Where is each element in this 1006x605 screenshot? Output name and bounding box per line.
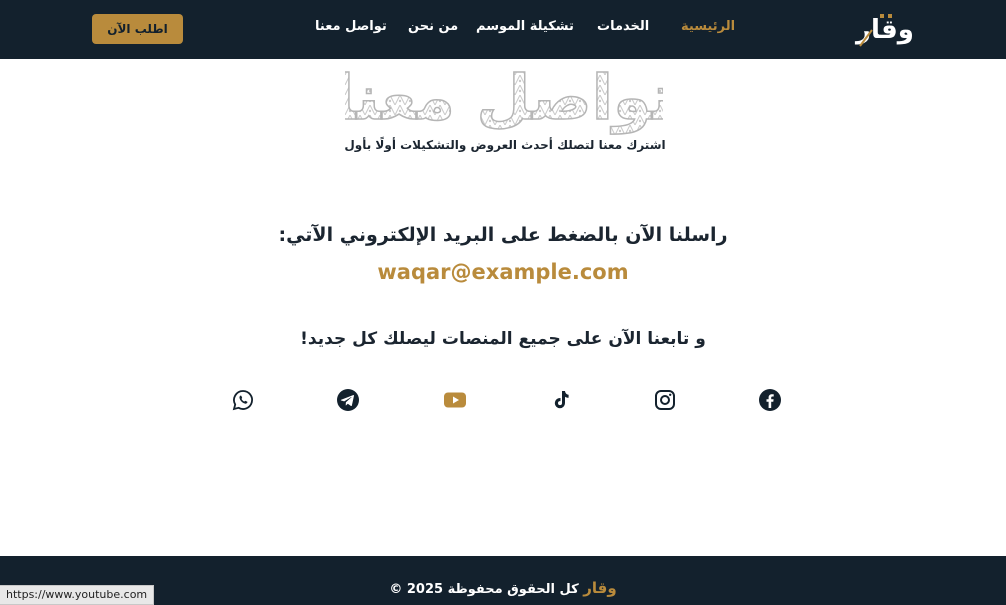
youtube-icon[interactable] — [443, 388, 467, 412]
nav-about[interactable]: من نحن — [408, 19, 458, 39]
top-navbar: اطلب الآن تواصل معنا من نحن تشكيلة الموس… — [0, 0, 1006, 59]
email-heading: راسلنا الآن بالضغط على البريد الإلكتروني… — [278, 224, 728, 246]
whatsapp-icon[interactable] — [231, 388, 255, 412]
status-url-tooltip: https://www.youtube.com — [0, 585, 155, 605]
nav-home[interactable]: الرئيسية — [681, 19, 735, 39]
follow-heading: و تابعنا الآن على جميع المنصات ليصلك كل … — [300, 329, 706, 349]
hero-subtitle: اشترك معنا لتصلك أحدث العروض والتشكيلات … — [344, 138, 666, 152]
email-link[interactable]: waqar@example.com — [0, 260, 1006, 284]
hero-title: تواصل معنا — [332, 55, 676, 135]
telegram-icon[interactable] — [336, 388, 360, 412]
brand-logo[interactable]: وقار — [852, 8, 918, 50]
nav-collection[interactable]: تشكيلة الموسم — [476, 19, 574, 39]
instagram-icon[interactable] — [653, 388, 677, 412]
tiktok-icon[interactable] — [549, 388, 573, 412]
facebook-icon[interactable] — [758, 388, 782, 412]
nav-contact[interactable]: تواصل معنا — [315, 19, 387, 39]
nav-services[interactable]: الخدمات — [597, 19, 649, 39]
copyright-text: كل الحقوق محفوظة 2025 © — [389, 582, 579, 597]
svg-text:تواصل معنا: تواصل معنا — [345, 61, 663, 134]
order-now-button[interactable]: اطلب الآن — [92, 14, 183, 44]
footer-brand: وقار — [583, 579, 617, 597]
